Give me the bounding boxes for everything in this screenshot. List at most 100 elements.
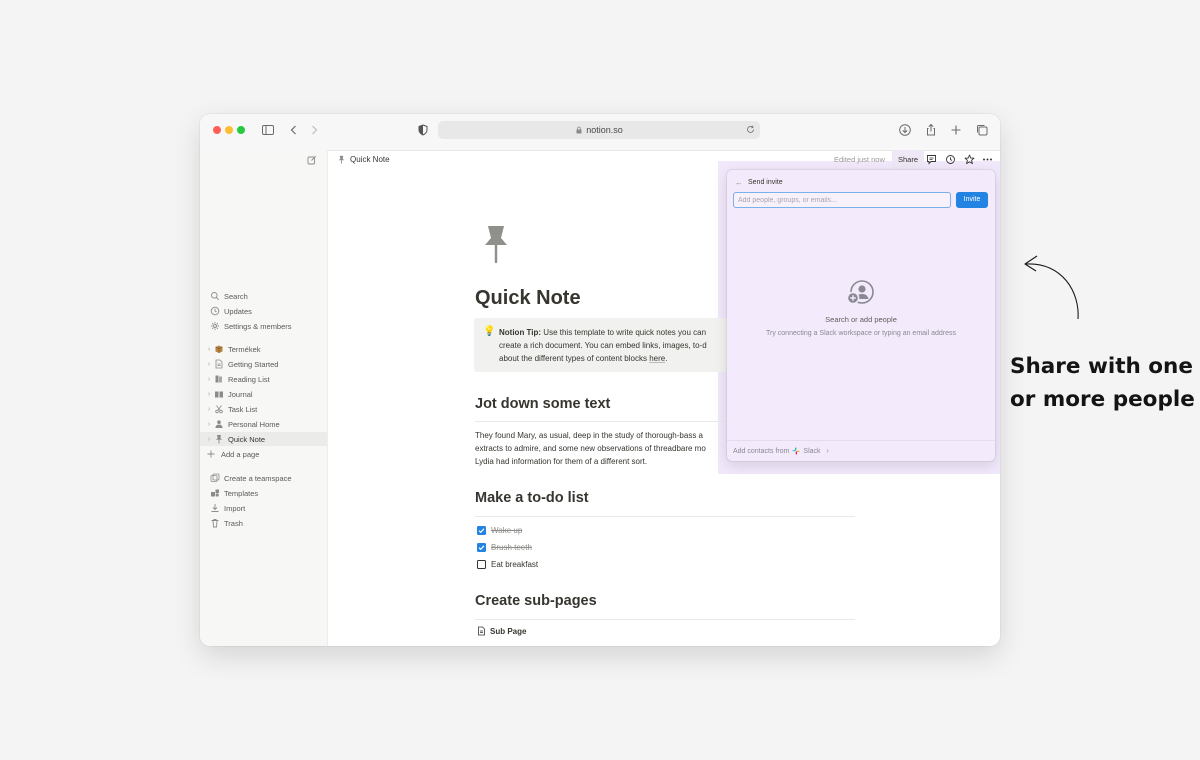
sidebar-item-label: Import bbox=[224, 503, 246, 513]
sidebar-item-personal-home[interactable]: › Personal Home bbox=[204, 417, 327, 431]
sidebar-item-label: Reading List bbox=[228, 374, 270, 384]
footer-service: Slack bbox=[803, 447, 821, 455]
favorite-star-icon[interactable] bbox=[964, 154, 975, 165]
sidebar-item-create-teamspace[interactable]: Create a teamspace bbox=[200, 471, 327, 485]
invite-search-input[interactable] bbox=[733, 192, 951, 208]
breadcrumb[interactable]: Quick Note bbox=[337, 155, 390, 164]
clock-icon bbox=[210, 306, 220, 316]
tab-overview-icon[interactable] bbox=[975, 123, 989, 137]
todo-label: Eat breakfast bbox=[491, 559, 539, 569]
add-contacts-footer[interactable]: Add contacts from Slack › bbox=[727, 440, 995, 461]
sidebar-item-getting-started[interactable]: › Getting Started bbox=[204, 357, 327, 371]
share-popover: ← Send invite Invite Search or add peopl… bbox=[727, 170, 995, 461]
checkbox-unchecked[interactable] bbox=[477, 559, 486, 569]
annotation-line: or more people bbox=[1010, 387, 1195, 412]
sidebar-item-label: Task List bbox=[228, 404, 258, 414]
zoom-window-button[interactable] bbox=[237, 126, 245, 134]
checkbox-checked[interactable] bbox=[477, 525, 486, 535]
heading-jot-down[interactable]: Jot down some text bbox=[475, 396, 610, 412]
address-bar[interactable]: notion.so bbox=[438, 121, 760, 139]
footer-prefix: Add contacts from bbox=[733, 447, 790, 455]
sidebar-item-trash[interactable]: Trash bbox=[200, 516, 327, 530]
sidebar-item-label: Settings & members bbox=[224, 321, 292, 331]
lock-icon bbox=[575, 126, 583, 134]
share-button[interactable]: Share bbox=[892, 150, 924, 170]
import-icon bbox=[210, 503, 220, 513]
empty-state-title: Search or add people bbox=[825, 315, 897, 324]
forward-icon[interactable] bbox=[307, 123, 321, 137]
callout-line: Use this template to write quick notes y… bbox=[543, 328, 707, 337]
todo-label: Wake up bbox=[491, 525, 523, 535]
history-icon[interactable] bbox=[945, 154, 956, 165]
close-window-button[interactable] bbox=[213, 126, 221, 134]
add-page-button[interactable]: Add a page bbox=[204, 447, 327, 461]
search-icon bbox=[210, 291, 220, 301]
sidebar-item-label: Search bbox=[224, 291, 248, 301]
sidebar-item-settings[interactable]: Settings & members bbox=[200, 319, 327, 333]
slack-icon bbox=[792, 447, 800, 455]
sidebar-item-quick-note[interactable]: › Quick Note bbox=[200, 432, 327, 446]
back-arrow-icon[interactable]: ← bbox=[735, 178, 743, 187]
divider bbox=[475, 516, 855, 517]
sidebar-item-journal[interactable]: › Journal bbox=[204, 387, 327, 401]
annotation-line: Share with one bbox=[1010, 354, 1193, 379]
document-icon bbox=[214, 359, 224, 369]
sidebar-item-label: Personal Home bbox=[228, 419, 280, 429]
callout-line: create a rich document. You can embed li… bbox=[499, 341, 707, 350]
pushpin-icon bbox=[214, 434, 224, 444]
back-icon[interactable] bbox=[287, 123, 301, 137]
annotation-caption: Share with one or more people bbox=[1010, 350, 1200, 416]
scissors-icon bbox=[214, 404, 224, 414]
share-sheet-icon[interactable] bbox=[924, 123, 938, 137]
sidebar-item-import[interactable]: Import bbox=[200, 501, 327, 515]
invite-button[interactable]: Invite bbox=[956, 192, 988, 208]
gear-icon bbox=[210, 321, 220, 331]
sidebar-item-task-list[interactable]: › Task List bbox=[204, 402, 327, 416]
todo-label: Brush teeth bbox=[491, 542, 532, 552]
sidebar-item-termekek[interactable]: › Termékek bbox=[204, 342, 327, 356]
sidebar-item-label: Getting Started bbox=[228, 359, 279, 369]
new-tab-icon[interactable] bbox=[949, 123, 963, 137]
checkbox-checked[interactable] bbox=[477, 542, 486, 552]
edited-status: Edited just now bbox=[834, 155, 885, 164]
box-icon bbox=[214, 344, 224, 354]
plus-icon bbox=[206, 449, 216, 459]
reload-icon[interactable] bbox=[745, 124, 756, 135]
heading-sub-pages[interactable]: Create sub-pages bbox=[475, 593, 597, 609]
more-options-icon[interactable] bbox=[982, 154, 993, 165]
minimize-window-button[interactable] bbox=[225, 126, 233, 134]
sidebar-item-label: Updates bbox=[224, 306, 252, 316]
book-icon bbox=[214, 389, 224, 399]
todo-item[interactable]: Wake up bbox=[477, 524, 522, 536]
comment-icon[interactable] bbox=[926, 154, 937, 165]
templates-icon bbox=[210, 488, 220, 498]
new-page-icon[interactable] bbox=[307, 155, 317, 165]
person-icon bbox=[214, 419, 224, 429]
page-title[interactable]: Quick Note bbox=[475, 287, 581, 310]
callout-line: about the different types of content blo… bbox=[499, 354, 647, 363]
browser-toolbar: notion.so bbox=[200, 114, 1000, 151]
sidebar-toggle-icon[interactable] bbox=[261, 123, 275, 137]
page-pushpin-icon[interactable] bbox=[483, 224, 509, 264]
callout-link[interactable]: here bbox=[649, 354, 665, 363]
paragraph[interactable]: They found Mary, as usual, deep in the s… bbox=[475, 429, 735, 468]
sidebar-item-label: Journal bbox=[228, 389, 253, 399]
sidebar-item-templates[interactable]: Templates bbox=[200, 486, 327, 500]
callout-bold: Notion Tip: bbox=[499, 328, 542, 337]
todo-item[interactable]: Brush teeth bbox=[477, 541, 532, 553]
heading-todo[interactable]: Make a to-do list bbox=[475, 490, 589, 506]
sidebar-item-reading-list[interactable]: › Reading List bbox=[204, 372, 327, 386]
privacy-shield-icon[interactable] bbox=[416, 123, 430, 137]
url-text: notion.so bbox=[586, 125, 623, 135]
chevron-right-icon: › bbox=[826, 447, 829, 455]
download-icon[interactable] bbox=[898, 123, 912, 137]
sidebar-item-updates[interactable]: Updates bbox=[200, 304, 327, 318]
teamspace-icon bbox=[210, 473, 220, 483]
books-icon bbox=[214, 374, 224, 384]
sidebar-item-search[interactable]: Search bbox=[200, 289, 327, 303]
subpage-link[interactable]: Sub Page bbox=[477, 626, 526, 636]
todo-item[interactable]: Eat breakfast bbox=[477, 558, 538, 570]
breadcrumb-label: Quick Note bbox=[350, 155, 390, 164]
paragraph-line: Lydia had information for them of a diff… bbox=[475, 457, 648, 466]
popover-header: ← Send invite bbox=[735, 178, 783, 187]
